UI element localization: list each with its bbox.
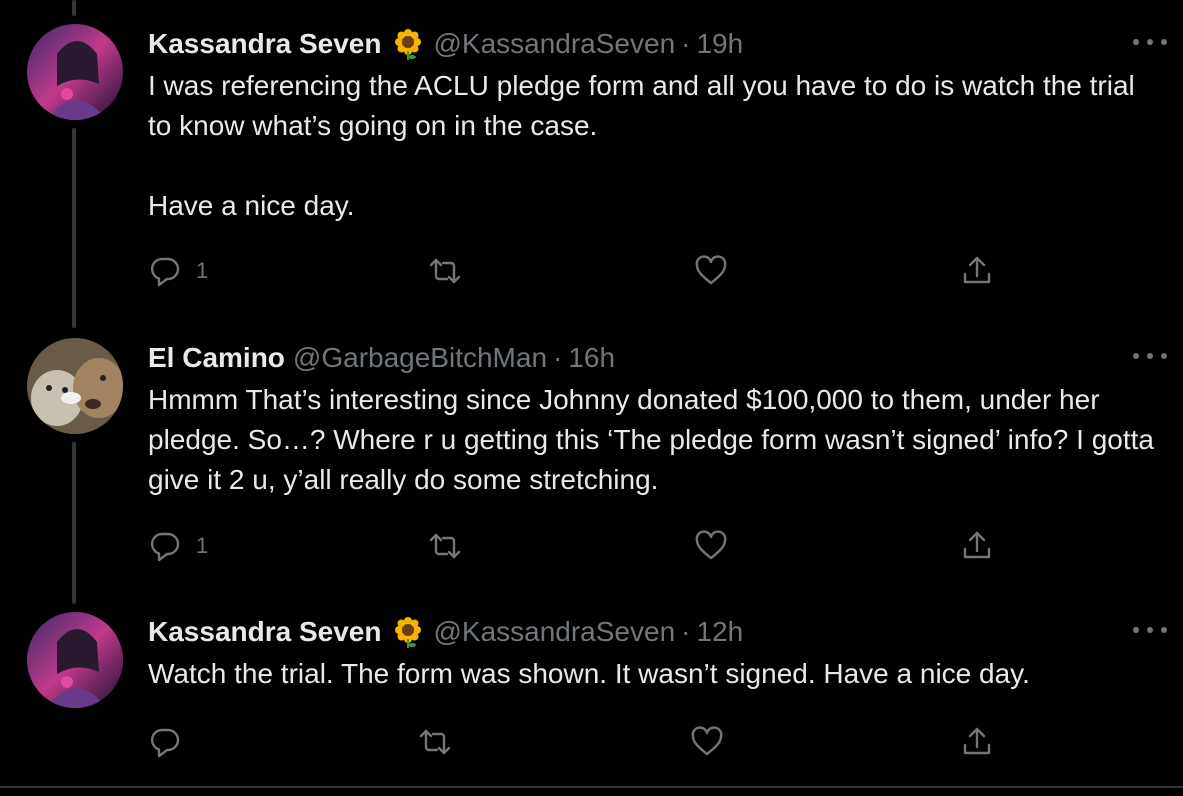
like-button[interactable] xyxy=(694,526,728,566)
reply-button[interactable]: 1 xyxy=(148,526,208,566)
like-button[interactable] xyxy=(690,722,724,762)
tweet-actions: 1 xyxy=(148,251,1008,291)
more-icon[interactable] xyxy=(1133,346,1167,366)
display-name[interactable]: El Camino xyxy=(148,342,285,374)
tweet-header: El Camino @GarbageBitchMan · 16h xyxy=(148,338,615,378)
reply-icon xyxy=(150,532,180,562)
reply-button[interactable]: 1 xyxy=(148,251,208,291)
share-icon xyxy=(963,256,991,284)
retweet-button[interactable] xyxy=(428,251,462,291)
more-icon[interactable] xyxy=(1133,32,1167,52)
reply-count: 1 xyxy=(196,533,209,558)
timestamp[interactable]: 12h xyxy=(696,616,743,648)
retweet-icon xyxy=(429,258,461,284)
reply-icon xyxy=(150,728,180,758)
tweet[interactable]: Kassandra Seven @KassandraSeven · 19h I … xyxy=(0,24,1183,324)
share-icon xyxy=(963,531,991,559)
retweet-icon xyxy=(419,729,451,755)
heart-icon xyxy=(695,255,727,285)
timestamp[interactable]: 19h xyxy=(696,28,743,60)
sunflower-icon xyxy=(395,617,422,648)
separator: · xyxy=(681,28,691,59)
display-name[interactable]: Kassandra Seven xyxy=(148,28,381,60)
share-button[interactable] xyxy=(960,251,994,291)
share-button[interactable] xyxy=(960,526,994,566)
separator: · xyxy=(553,342,563,373)
share-button[interactable] xyxy=(960,722,994,762)
tweet-text: Hmmm That’s interesting since Johnny don… xyxy=(148,384,1162,495)
more-icon[interactable] xyxy=(1133,620,1167,640)
handle[interactable]: @KassandraSeven xyxy=(433,28,675,60)
tweet[interactable]: El Camino @GarbageBitchMan · 16h Hmmm Th… xyxy=(0,338,1183,596)
avatar[interactable] xyxy=(27,612,123,708)
handle[interactable]: @KassandraSeven xyxy=(433,616,675,648)
thread-line-top xyxy=(72,0,76,16)
tweet-actions: 1 xyxy=(148,526,1008,566)
tweet-text: I was referencing the ACLU pledge form a… xyxy=(148,70,1135,221)
display-name[interactable]: Kassandra Seven xyxy=(148,616,381,648)
tweet-text: Watch the trial. The form was shown. It … xyxy=(148,658,1030,689)
tweet[interactable]: Kassandra Seven @KassandraSeven · 12h Wa… xyxy=(0,612,1183,772)
retweet-button[interactable] xyxy=(418,722,452,762)
like-button[interactable] xyxy=(694,251,728,291)
heart-icon xyxy=(691,726,723,756)
sunflower-icon xyxy=(395,29,422,60)
share-icon xyxy=(963,727,991,755)
separator: · xyxy=(681,616,691,647)
reply-icon xyxy=(150,257,180,287)
divider xyxy=(0,786,1183,788)
retweet-button[interactable] xyxy=(428,526,462,566)
heart-icon xyxy=(695,530,727,560)
reply-count: 1 xyxy=(196,258,209,283)
tweet-header: Kassandra Seven @KassandraSeven · 12h xyxy=(148,612,743,652)
reply-button[interactable] xyxy=(148,722,182,762)
tweet-actions xyxy=(148,722,1008,762)
timestamp[interactable]: 16h xyxy=(568,342,615,374)
tweet-header: Kassandra Seven @KassandraSeven · 19h xyxy=(148,24,743,64)
avatar[interactable] xyxy=(27,24,123,120)
avatar[interactable] xyxy=(27,338,123,434)
retweet-icon xyxy=(429,533,461,559)
handle[interactable]: @GarbageBitchMan xyxy=(293,342,547,374)
